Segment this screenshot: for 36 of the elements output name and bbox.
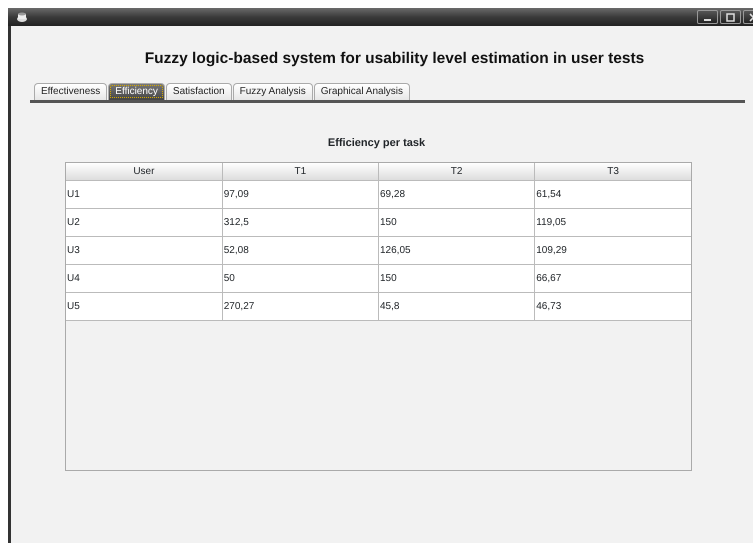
maximize-button[interactable] [720,10,741,24]
table-cell: 270,27 [222,292,378,321]
table-cell: 312,5 [222,208,378,237]
column-header[interactable]: T2 [378,162,535,181]
table-cell: 69,28 [378,180,535,209]
table-cell: 150 [378,208,535,237]
cup-icon [16,12,28,22]
table-cell: U5 [66,292,222,321]
table-cell: 52,08 [222,236,378,265]
table-cell: U2 [66,208,222,237]
column-header[interactable]: T3 [534,162,691,181]
minimize-icon [704,19,711,21]
table-cell: 150 [378,264,535,293]
column-header[interactable]: T1 [222,162,378,181]
app-heading: Fuzzy logic-based system for usability level estimation in user tests [144,49,646,69]
table-cell: 61,54 [534,180,691,209]
tab[interactable]: Graphical Analysis [314,83,410,100]
tab[interactable]: Efficiency [108,83,165,100]
tab[interactable]: Effectiveness [34,83,108,100]
table-cell: U3 [66,236,222,265]
table-cell: U4 [66,264,222,293]
table-title: Efficiency per task [326,136,426,152]
table-cell: 119,05 [534,208,691,237]
tab[interactable]: Satisfaction [166,83,232,100]
tab[interactable]: Fuzzy Analysis [232,83,313,100]
table-cell: 50 [222,264,378,293]
table-cell: 109,29 [534,236,691,265]
table-cell: 126,05 [378,236,535,265]
table-cell: 45,8 [378,292,535,321]
table-cell: 46,73 [534,292,691,321]
table-cell: 66,67 [534,264,691,293]
table-cell: U1 [66,180,222,209]
maximize-icon [726,12,735,22]
minimize-button[interactable] [697,10,718,24]
table-cell: 97,09 [222,180,378,209]
column-header[interactable]: User [66,162,222,181]
